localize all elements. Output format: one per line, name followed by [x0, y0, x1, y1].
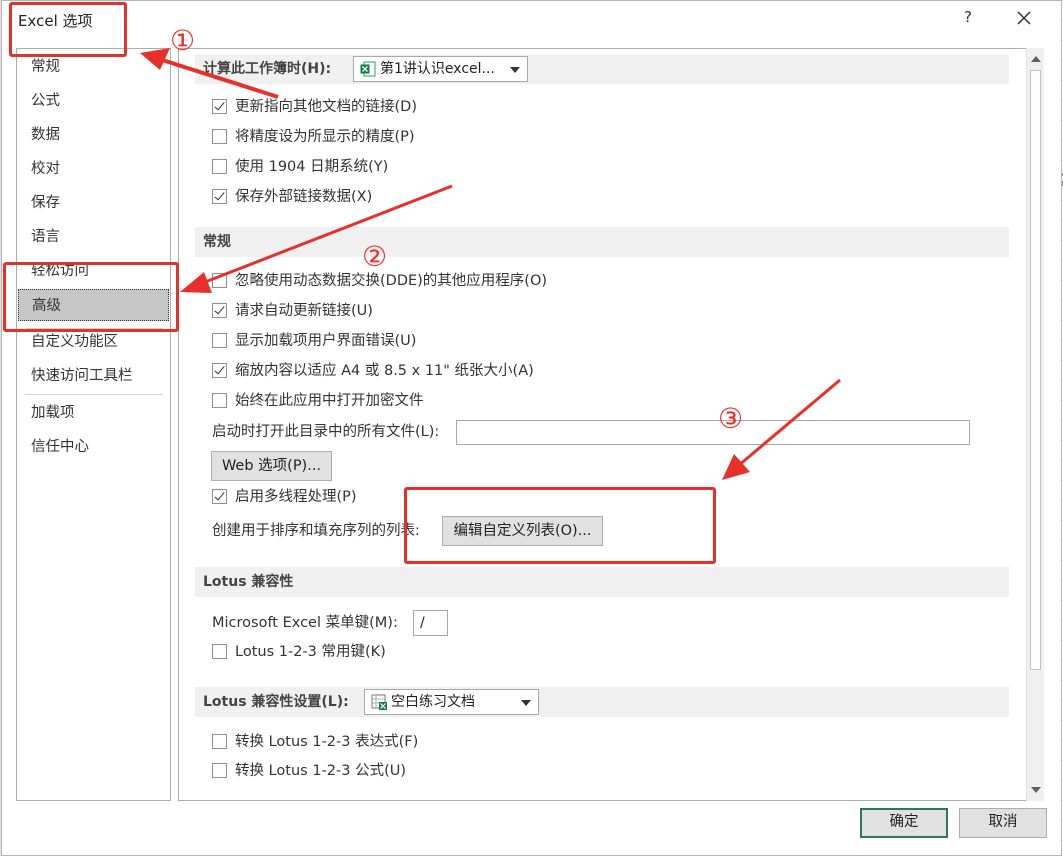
annotation-number-3: ③: [718, 402, 744, 435]
nav-item-quick-access-toolbar[interactable]: 快速访问工具栏: [18, 360, 169, 392]
nav-item-general[interactable]: 常规: [18, 51, 169, 83]
calc-section-header: 计算此工作簿时(H):: [195, 54, 1009, 84]
checkbox[interactable]: [212, 489, 227, 504]
calc-workbook-select[interactable]: 第1讲认识excel...: [353, 56, 528, 82]
nav-item-advanced[interactable]: 高级: [18, 289, 169, 321]
lotus-settings-label: Lotus 兼容性设置(L):: [203, 694, 349, 710]
general-section-header: 常规: [195, 227, 1009, 257]
custom-list-label: 创建用于排序和填充序列的列表:: [212, 523, 420, 539]
nav-item-data[interactable]: 数据: [18, 119, 169, 151]
checkbox[interactable]: [212, 189, 227, 204]
nav-item-customize-ribbon[interactable]: 自定义功能区: [18, 326, 169, 358]
option-label: 始终在此应用中打开加密文件: [235, 393, 424, 409]
option-label: 保存外部链接数据(X): [235, 189, 373, 205]
nav-item-accessibility[interactable]: 轻松访问: [18, 255, 169, 287]
close-button[interactable]: [1012, 6, 1036, 30]
option-label: 使用 1904 日期系统(Y): [235, 159, 389, 175]
nav-item-proofing[interactable]: 校对: [18, 153, 169, 185]
vertical-scrollbar[interactable]: [1026, 48, 1044, 801]
menu-key-label: Microsoft Excel 菜单键(M):: [212, 615, 398, 631]
checkbox[interactable]: [212, 763, 227, 778]
checkbox[interactable]: [212, 159, 227, 174]
scroll-down-icon[interactable]: [1031, 787, 1041, 793]
dialog-title: Excel 选项: [18, 12, 93, 30]
web-options-button[interactable]: Web 选项(P)...: [211, 451, 332, 481]
chevron-down-icon: [510, 67, 520, 73]
checkbox[interactable]: [212, 363, 227, 378]
edit-custom-lists-button[interactable]: 编辑自定义列表(O)...: [442, 516, 603, 546]
checkbox[interactable]: [212, 393, 227, 408]
chevron-down-icon: [521, 700, 531, 706]
checkbox[interactable]: [212, 333, 227, 348]
option-label: 忽略使用动态数据交换(DDE)的其他应用程序(O): [235, 273, 548, 289]
option-label: 转换 Lotus 1-2-3 公式(U): [235, 763, 407, 779]
option-label: 启用多线程处理(P): [235, 489, 357, 505]
lotus-section-header: Lotus 兼容性: [195, 567, 1009, 597]
close-icon: [1017, 11, 1031, 25]
calc-workbook-value: 第1讲认识excel...: [380, 61, 495, 77]
lotus-settings-section-header: Lotus 兼容性设置(L):: [195, 687, 1009, 717]
checkbox[interactable]: [212, 303, 227, 318]
option-label: 更新指向其他文档的链接(D): [235, 99, 417, 115]
nav-item-formulas[interactable]: 公式: [18, 85, 169, 117]
cancel-button[interactable]: 取消: [959, 808, 1047, 838]
option-label: 将精度设为所显示的精度(P): [235, 129, 415, 145]
ok-button[interactable]: 确定: [860, 808, 948, 838]
option-label: 转换 Lotus 1-2-3 表达式(F): [235, 734, 419, 750]
checkbox[interactable]: [212, 273, 227, 288]
nav-item-addins[interactable]: 加载项: [18, 397, 169, 429]
checkbox[interactable]: [212, 644, 227, 659]
excel-icon: [360, 61, 376, 77]
worksheet-icon: [371, 694, 387, 710]
options-nav: 常规 公式 数据 校对 保存 语言 轻松访问 高级 自定义功能区 快速访问工具栏…: [16, 48, 171, 801]
menu-key-input[interactable]: /: [413, 610, 448, 636]
calc-workbook-label: 计算此工作簿时(H):: [203, 61, 332, 77]
option-label: Lotus 1-2-3 常用键(K): [235, 644, 386, 660]
help-button[interactable]: ?: [960, 8, 976, 28]
option-label: 显示加载项用户界面错误(U): [235, 333, 417, 349]
scroll-up-icon[interactable]: [1031, 56, 1041, 62]
checkbox[interactable]: [212, 734, 227, 749]
lotus-settings-sheet-value: 空白练习文档: [391, 694, 475, 710]
option-label: 缩放内容以适应 A4 或 8.5 x 11" 纸张大小(A): [235, 363, 534, 379]
scrollbar-thumb[interactable]: [1030, 70, 1041, 670]
startup-folder-input[interactable]: [456, 420, 970, 445]
checkbox[interactable]: [212, 129, 227, 144]
option-label: 请求自动更新链接(U): [235, 303, 373, 319]
nav-divider: [25, 394, 163, 395]
checkbox[interactable]: [212, 99, 227, 114]
nav-item-trust-center[interactable]: 信任中心: [18, 431, 169, 463]
annotation-number-1: ①: [170, 24, 196, 57]
nav-item-language[interactable]: 语言: [18, 221, 169, 253]
nav-item-save[interactable]: 保存: [18, 187, 169, 219]
lotus-settings-sheet-select[interactable]: 空白练习文档: [364, 689, 539, 715]
annotation-number-2: ②: [362, 240, 388, 273]
startup-folder-label: 启动时打开此目录中的所有文件(L):: [212, 424, 440, 440]
